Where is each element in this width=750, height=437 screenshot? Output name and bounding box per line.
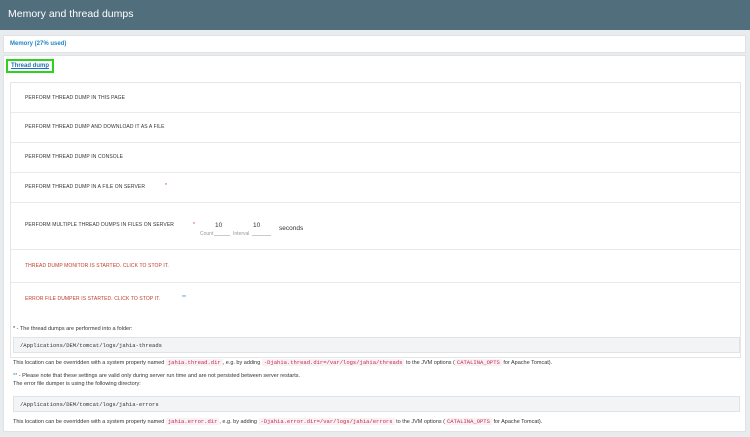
memory-panel: Memory (27% used) [3, 35, 746, 53]
count-caption: Count [200, 231, 214, 237]
memory-usage-link[interactable]: Memory (27% used) [10, 41, 66, 47]
action-row-dump-download[interactable]: PERFORM THREAD DUMP AND DOWNLOAD IT AS A… [11, 113, 740, 143]
footnote-marker: * [165, 183, 167, 189]
note-text: , e.g. by adding [219, 419, 259, 425]
seconds-label: seconds [279, 225, 304, 232]
thread-dump-actions: PERFORM THREAD DUMP IN THIS PAGE PERFORM… [10, 82, 741, 358]
note-text: to the JVM options ( [404, 360, 455, 366]
thread-dir-option: -Djahia.thread.dir=/var/logs/jahia/threa… [261, 359, 405, 366]
interval-underline [252, 235, 271, 236]
error-dumper-stop-link[interactable]: ERROR FILE DUMPER IS STARTED. CLICK TO S… [25, 296, 160, 302]
error-dir-option: -Djahia.error.dir=/var/logs/jahia/errors [258, 418, 395, 425]
error-dir-note: The error file dumper is using the follo… [13, 381, 141, 387]
note-text: This location can be overridden with a s… [13, 419, 166, 425]
catalina-opts: CATALINA_OPTS [445, 418, 492, 425]
footnote-marker: ** [182, 295, 186, 301]
note-text: for Apache Tomcat). [491, 419, 543, 425]
thread-dump-panel: Thread dump PERFORM THREAD DUMP IN THIS … [3, 55, 746, 432]
count-field[interactable]: Count 10 [200, 221, 230, 237]
dump-console-link[interactable]: PERFORM THREAD DUMP IN CONSOLE [25, 154, 123, 160]
action-row-thread-monitor[interactable]: THREAD DUMP MONITOR IS STARTED. CLICK TO… [11, 250, 740, 283]
thread-dump-link[interactable]: Thread dump [6, 59, 55, 73]
action-row-dump-in-page[interactable]: PERFORM THREAD DUMP IN THIS PAGE [11, 83, 740, 113]
thread-dir-property: jahia.thread.dir [165, 359, 223, 366]
catalina-opts: CATALINA_OPTS [454, 359, 502, 366]
top-bar: Memory and thread dumps [0, 0, 750, 30]
page-title: Memory and thread dumps [8, 8, 134, 20]
errors-override-note: This location can be overridden with a s… [13, 418, 542, 425]
action-row-multiple-dumps[interactable]: PERFORM MULTIPLE THREAD DUMPS IN FILES O… [11, 203, 740, 250]
dump-file-link[interactable]: PERFORM THREAD DUMP IN A FILE ON SERVER [25, 184, 145, 190]
count-underline [214, 235, 230, 236]
errors-path-box: /Applications/DEM/tomcat/logs/jahia-erro… [13, 396, 740, 412]
action-row-dump-file[interactable]: PERFORM THREAD DUMP IN A FILE ON SERVER … [11, 173, 740, 203]
folder-note-text: - The thread dumps are performed into a … [15, 326, 133, 332]
runtime-note: ** - Please note that these settings are… [13, 373, 300, 379]
dump-in-page-link[interactable]: PERFORM THREAD DUMP IN THIS PAGE [25, 95, 125, 101]
interval-input[interactable]: 10 [253, 222, 260, 229]
error-dir-property: jahia.error.dir [165, 418, 220, 425]
interval-caption: Interval [233, 231, 250, 237]
count-input[interactable]: 10 [215, 222, 222, 229]
note-text: to the JVM options ( [394, 419, 445, 425]
note-text: for Apache Tomcat). [501, 360, 553, 366]
errors-path: /Applications/DEM/tomcat/logs/jahia-erro… [20, 401, 159, 408]
dump-download-link[interactable]: PERFORM THREAD DUMP AND DOWNLOAD IT AS A… [25, 124, 165, 130]
note-text: This location can be overridden with a s… [13, 360, 166, 366]
note-text: , e.g. by adding [222, 360, 262, 366]
multiple-dumps-link[interactable]: PERFORM MULTIPLE THREAD DUMPS IN FILES O… [25, 222, 174, 228]
threads-path-box: /Applications/DEM/tomcat/logs/jahia-thre… [13, 337, 740, 353]
interval-field[interactable]: Interval 10 [233, 221, 273, 237]
threads-override-note: This location can be overridden with a s… [13, 359, 552, 366]
runtime-note-text: - Please note that these settings are va… [17, 373, 301, 379]
folder-note: * - The thread dumps are performed into … [13, 326, 132, 332]
footnote-marker: * [193, 222, 195, 228]
thread-monitor-stop-link[interactable]: THREAD DUMP MONITOR IS STARTED. CLICK TO… [25, 263, 169, 269]
threads-path: /Applications/DEM/tomcat/logs/jahia-thre… [20, 342, 162, 349]
action-row-dump-console[interactable]: PERFORM THREAD DUMP IN CONSOLE [11, 143, 740, 173]
